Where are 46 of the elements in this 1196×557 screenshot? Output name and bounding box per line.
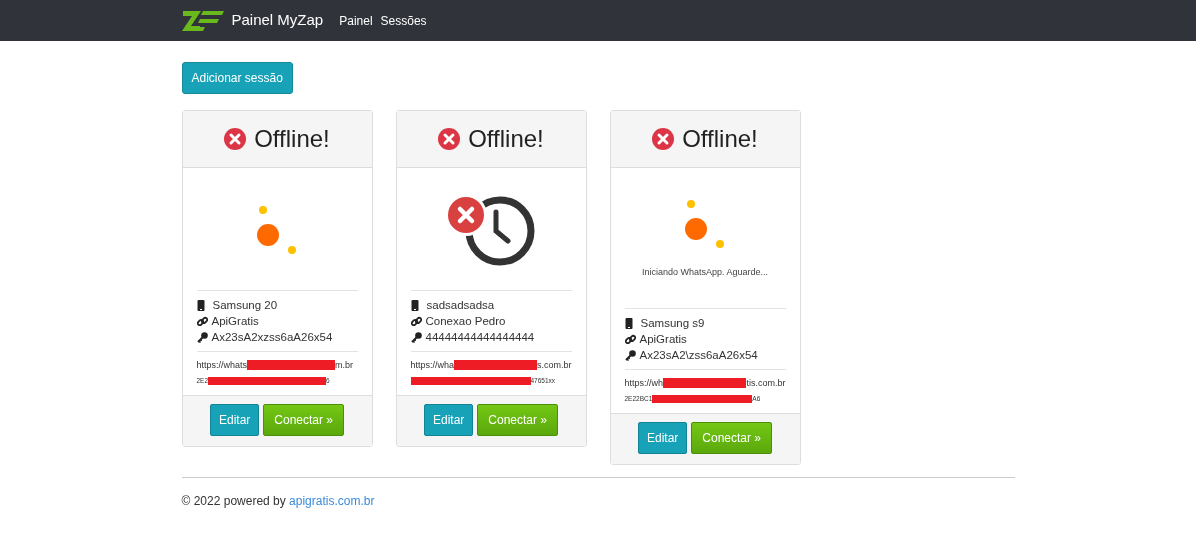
- brand-title[interactable]: Painel MyZap: [231, 9, 324, 32]
- phone-icon: [410, 299, 419, 311]
- url-text: https://wh: [624, 377, 664, 390]
- phone-icon: [624, 317, 633, 329]
- add-session-button[interactable]: Adicionar sessão: [181, 62, 293, 94]
- loading-spinner-icon: [683, 200, 727, 251]
- status-message: Iniciando WhatsApp. Aguarde...: [641, 266, 769, 280]
- error-icon: [438, 128, 461, 150]
- phone-icon: [196, 299, 205, 311]
- loading-spinner-icon: [255, 206, 299, 256]
- url-text: m.br: [335, 359, 354, 372]
- connect-button[interactable]: Conectar »: [691, 422, 773, 454]
- device-name: Samsung 20: [212, 298, 278, 313]
- status-title: Offline!: [682, 124, 758, 154]
- session-key: 44444444444444444: [425, 329, 535, 345]
- error-icon: [652, 128, 675, 150]
- url-text: https://whats: [196, 359, 248, 372]
- edit-button[interactable]: Editar: [209, 404, 260, 436]
- url-text: https://wha: [410, 359, 455, 372]
- connect-button[interactable]: Conectar »: [477, 404, 559, 436]
- key-icon: [196, 331, 208, 343]
- url-text: tis.com.br: [746, 377, 786, 390]
- link-icon: [410, 315, 422, 327]
- nav-link[interactable]: Painel: [339, 11, 373, 30]
- connection-name: Conexao Pedro: [425, 314, 506, 329]
- logo-icon: [181, 9, 224, 32]
- status-title: Offline!: [254, 124, 330, 154]
- footer-link[interactable]: apigratis.com.br: [289, 494, 375, 508]
- link-icon: [624, 333, 636, 345]
- connection-name: ApiGratis: [639, 332, 687, 347]
- status-title: Offline!: [468, 124, 544, 154]
- key-icon: [624, 349, 636, 361]
- device-name: sadsadsadsa: [426, 298, 495, 313]
- url-text: s.com.br: [537, 359, 572, 372]
- link-icon: [196, 315, 208, 327]
- key-icon: [410, 331, 422, 343]
- connection-name: ApiGratis: [211, 314, 259, 329]
- error-icon: [224, 128, 247, 150]
- footer-text: © 2022 powered by apigratis.com.br: [181, 493, 376, 510]
- session-key: Ax23sA2xzss6aA26x54: [211, 329, 333, 345]
- device-name: Samsung s9: [640, 316, 705, 331]
- session-key: Ax23sA2\zss6aA26x54: [639, 347, 758, 363]
- connect-button[interactable]: Conectar »: [263, 404, 345, 436]
- edit-button[interactable]: Editar: [423, 404, 474, 436]
- nav-link[interactable]: Sessões: [380, 11, 427, 30]
- edit-button[interactable]: Editar: [637, 422, 688, 454]
